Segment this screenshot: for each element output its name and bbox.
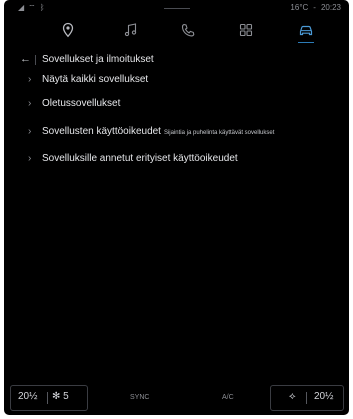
active-tab-indicator — [298, 42, 314, 43]
phone-icon[interactable] — [176, 19, 200, 41]
climate-divider — [47, 392, 48, 404]
car-icon[interactable] — [294, 19, 318, 41]
status-separator: - — [313, 3, 316, 12]
ac-button[interactable]: A/C — [222, 394, 234, 401]
signal-icon: ◢ — [18, 3, 25, 12]
list-item-sublabel: Sijaintia ja puhelinta käyttävät sovellu… — [163, 130, 275, 136]
temperature-readout: 16°C — [290, 3, 309, 12]
status-left: ◢ ⌔ ᛒ — [18, 3, 45, 13]
right-temp-value: 20 — [314, 391, 326, 402]
list-item-label: Näytä kaikki sovellukset — [42, 74, 149, 85]
fan-speed-value: 5 — [63, 391, 69, 402]
bluetooth-icon: ᛒ — [39, 3, 45, 12]
apps-grid-icon[interactable] — [234, 19, 258, 41]
list-item-default-apps[interactable]: › Oletussovellukset — [4, 94, 349, 116]
wifi-icon: ⌔ — [28, 3, 36, 12]
chevron-right-icon: › — [28, 126, 32, 137]
header-divider — [35, 55, 36, 65]
climate-divider — [306, 392, 307, 404]
page-header: ← Sovellukset ja ilmoitukset — [4, 50, 349, 70]
chevron-right-icon: › — [28, 98, 32, 109]
list-item-label: Oletussovellukset — [42, 98, 121, 109]
list-item-show-all-apps[interactable]: › Näytä kaikki sovellukset — [4, 70, 349, 92]
left-temp-suffix: ½ — [29, 391, 38, 402]
list-item-label: Sovelluksille annetut erityiset käyttöoi… — [42, 153, 238, 164]
left-temp-value: 20 — [18, 391, 30, 402]
status-handle — [164, 8, 190, 9]
seat-heat-icon[interactable]: ⟡ — [289, 391, 296, 402]
list-item-label: Sovellusten käyttöoikeudet Sijaintia ja p… — [42, 126, 274, 137]
nav-bar — [4, 15, 349, 49]
fan-icon: ✻ — [52, 391, 61, 402]
right-temperature[interactable]: 20½ — [314, 391, 333, 402]
climate-bar: 20½ ✻ 5 SYNC A/C ⟡ 20½ — [4, 380, 349, 415]
chevron-right-icon: › — [28, 153, 32, 164]
location-pin-icon[interactable] — [56, 19, 80, 41]
fan-speed[interactable]: ✻ 5 — [52, 391, 69, 402]
list-item-special-permissions[interactable]: › Sovelluksille annetut erityiset käyttö… — [4, 149, 349, 171]
page-title: Sovellukset ja ilmoitukset — [42, 54, 154, 65]
list-item-title: Sovellusten käyttöoikeudet — [42, 126, 161, 137]
back-arrow-icon[interactable]: ← — [20, 53, 31, 65]
right-temp-suffix: ½ — [325, 391, 334, 402]
clock: 20:23 — [320, 3, 341, 12]
music-note-icon[interactable] — [119, 19, 143, 41]
status-right: 16°C - 20:23 — [290, 3, 341, 13]
sync-button[interactable]: SYNC — [130, 394, 149, 401]
chevron-right-icon: › — [28, 74, 32, 85]
screen: ◢ ⌔ ᛒ 16°C - 20:23 ← Sovellukset ja ilmo… — [4, 0, 349, 415]
device-frame: ◢ ⌔ ᛒ 16°C - 20:23 ← Sovellukset ja ilmo… — [0, 0, 353, 419]
list-item-app-permissions[interactable]: › Sovellusten käyttöoikeudet Sijaintia ja… — [4, 122, 349, 144]
left-temperature[interactable]: 20½ — [18, 391, 37, 402]
